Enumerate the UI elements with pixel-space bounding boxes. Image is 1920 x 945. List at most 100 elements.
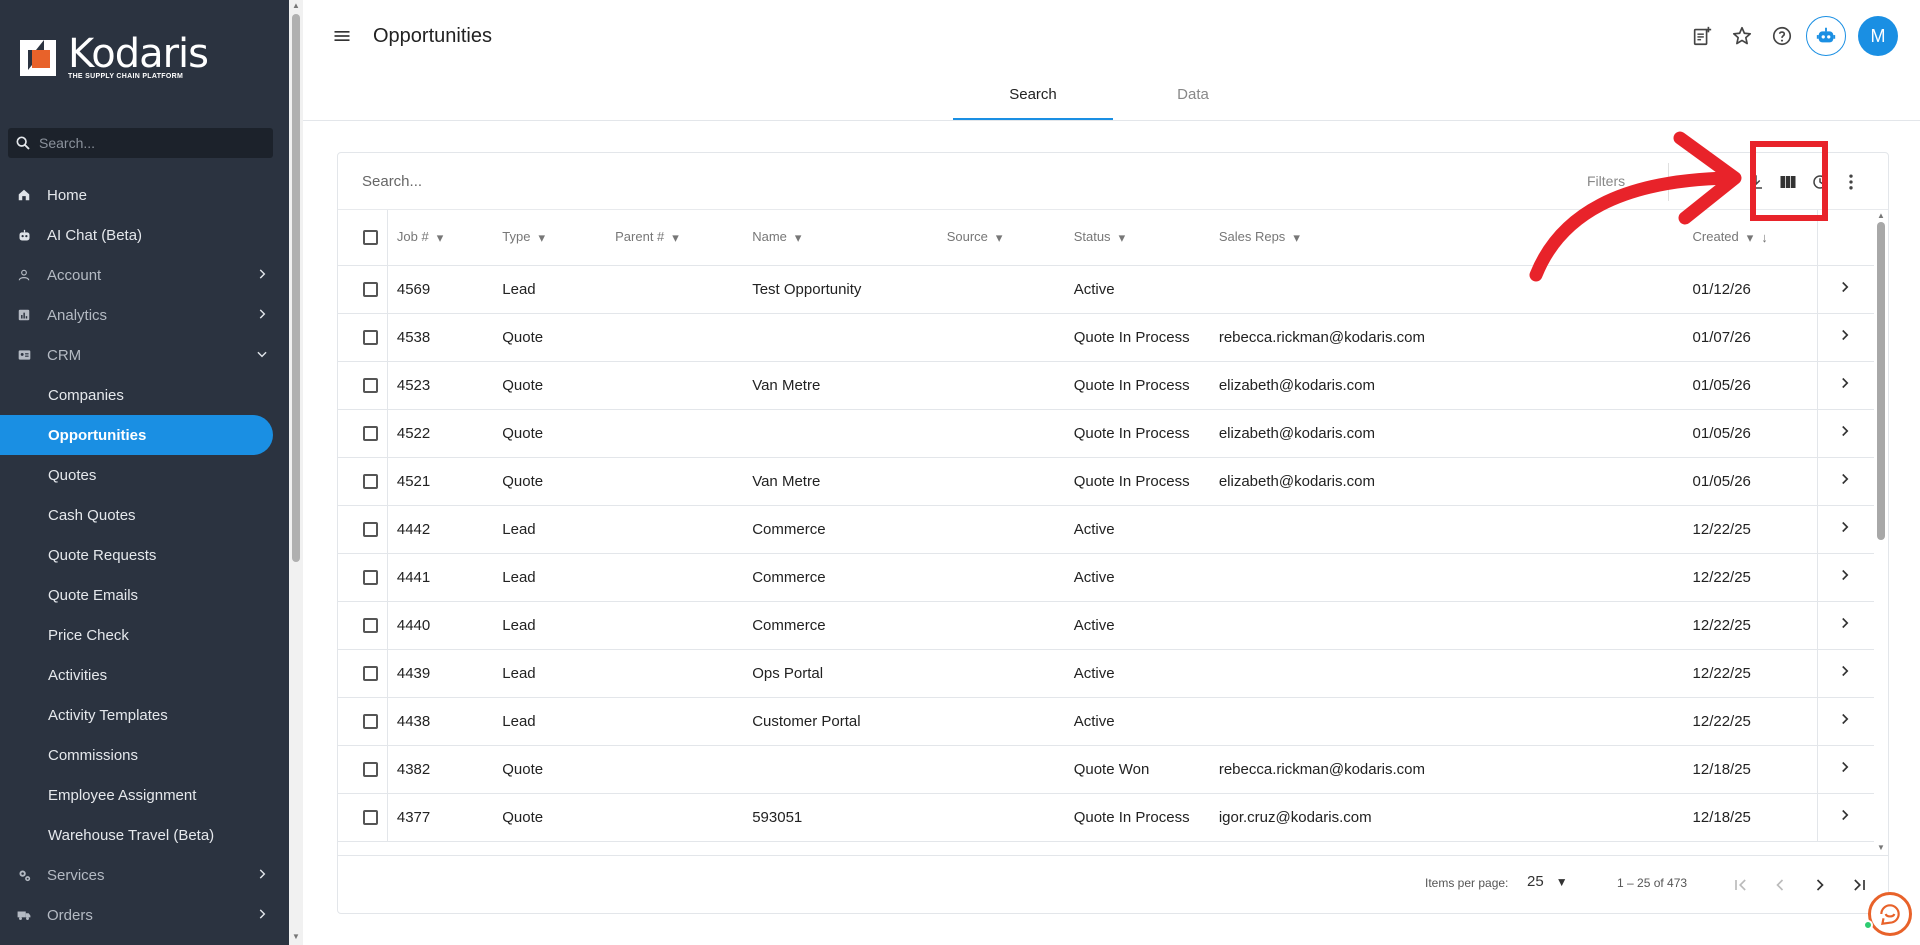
sidebar-item-employee-assignment[interactable]: Employee Assignment <box>0 775 289 815</box>
add-note-icon[interactable] <box>1682 16 1722 56</box>
table-scrollbar[interactable]: ▲ ▼ <box>1874 210 1888 855</box>
row-checkbox[interactable] <box>363 810 378 826</box>
table-row[interactable]: 4438 Lead Customer Portal Active 12/22/25 <box>338 697 1874 746</box>
row-checkbox[interactable] <box>363 378 378 394</box>
sidebar-item-commissions[interactable]: Commissions <box>0 735 289 775</box>
row-checkbox[interactable] <box>363 618 378 634</box>
sidebar-item-crm[interactable]: CRM <box>0 335 289 375</box>
table-row[interactable]: 4377 Quote 593051 Quote In Process igor.cruz… <box>338 793 1874 842</box>
sidebar-item-quote-requests[interactable]: Quote Requests <box>0 535 289 575</box>
row-checkbox[interactable] <box>363 282 378 298</box>
scroll-down-arrow-icon[interactable]: ▼ <box>292 932 300 941</box>
sidebar-item-label: Quote Requests <box>48 546 157 564</box>
chevron-right-icon[interactable] <box>1836 470 1854 488</box>
scroll-up-arrow-icon[interactable]: ▲ <box>1877 211 1885 220</box>
chevron-right-icon[interactable] <box>1836 374 1854 392</box>
next-page-button[interactable] <box>1806 871 1834 899</box>
cell-type: Lead <box>502 697 616 746</box>
chevron-right-icon[interactable] <box>1836 278 1854 296</box>
chevron-right-icon[interactable] <box>1836 806 1854 824</box>
table-row[interactable]: 4441 Lead Commerce Active 12/22/25 <box>338 553 1874 602</box>
sidebar-item-cash-quotes[interactable]: Cash Quotes <box>0 495 289 535</box>
column-header-type[interactable]: Type ▾ <box>502 210 616 266</box>
tab-search[interactable]: Search <box>953 74 1113 120</box>
table-scrollbar-thumb[interactable] <box>1877 222 1885 540</box>
row-open-cell <box>1816 313 1874 362</box>
chevron-right-icon[interactable] <box>1836 710 1854 728</box>
column-header-name[interactable]: Name ▾ <box>752 210 947 266</box>
sidebar-item-account[interactable]: Account <box>0 255 289 295</box>
row-checkbox[interactable] <box>363 330 378 346</box>
row-checkbox[interactable] <box>363 426 378 442</box>
chevron-right-icon[interactable] <box>1836 614 1854 632</box>
scroll-up-arrow-icon[interactable]: ▲ <box>292 1 300 10</box>
scroll-down-arrow-icon[interactable]: ▼ <box>1877 843 1885 852</box>
chevron-right-icon[interactable] <box>1836 422 1854 440</box>
sidebar-item-warehouse-travel[interactable]: Warehouse Travel (Beta) <box>0 815 289 855</box>
sidebar-scrollbar[interactable]: ▲ ▼ <box>289 0 303 945</box>
row-checkbox[interactable] <box>363 522 378 538</box>
items-per-page-select[interactable]: 25 ▼ <box>1527 873 1568 890</box>
cell-job: 4521 <box>387 457 503 506</box>
chevron-right-icon[interactable] <box>1836 326 1854 344</box>
row-checkbox[interactable] <box>363 666 378 682</box>
chevron-right-icon[interactable] <box>1836 566 1854 584</box>
table-search-input[interactable] <box>362 173 962 190</box>
table-row[interactable]: 4442 Lead Commerce Active 12/22/25 <box>338 505 1874 554</box>
first-page-button[interactable] <box>1727 871 1755 899</box>
last-page-button[interactable] <box>1845 871 1873 899</box>
chevron-right-icon[interactable] <box>1836 518 1854 536</box>
chevron-right-icon[interactable] <box>1836 758 1854 776</box>
sidebar-item-price-check[interactable]: Price Check <box>0 615 289 655</box>
column-header-job[interactable]: Job # ▾ <box>387 210 503 266</box>
column-header-parent[interactable]: Parent # ▾ <box>615 210 753 266</box>
table-row[interactable]: 4523 Quote Van Metre Quote In Process elizab… <box>338 361 1874 410</box>
more-vertical-icon[interactable] <box>1839 170 1863 194</box>
avatar[interactable]: M <box>1858 16 1898 56</box>
sidebar-item-ai-chat[interactable]: AI Chat (Beta) <box>0 215 289 255</box>
cell-name <box>752 745 947 794</box>
sidebar-item-companies[interactable]: Companies <box>0 375 289 415</box>
row-checkbox[interactable] <box>363 474 378 490</box>
cell-job: 4382 <box>387 745 503 794</box>
cell-reps: rebecca.rickman@kodaris.com <box>1218 313 1693 362</box>
sidebar-item-activity-templates[interactable]: Activity Templates <box>0 695 289 735</box>
row-checkbox[interactable] <box>363 714 378 730</box>
column-header-source[interactable]: Source ▾ <box>946 210 1074 266</box>
table-row[interactable]: 4522 Quote Quote In Process elizabeth@kodar… <box>338 409 1874 458</box>
sidebar-item-analytics[interactable]: Analytics <box>0 295 289 335</box>
table-row[interactable]: 4440 Lead Commerce Active 12/22/25 <box>338 601 1874 650</box>
table-row[interactable]: 4521 Quote Van Metre Quote In Process elizab… <box>338 457 1874 506</box>
sidebar-item-activities[interactable]: Activities <box>0 655 289 695</box>
sidebar-scrollbar-thumb[interactable] <box>292 14 300 562</box>
sidebar-item-orders[interactable]: Orders <box>0 895 289 935</box>
support-chat-button[interactable] <box>1868 892 1912 936</box>
chevron-right-icon <box>1816 879 1824 891</box>
prev-page-button[interactable] <box>1766 871 1794 899</box>
star-icon[interactable] <box>1722 16 1762 56</box>
sidebar-item-quote-emails[interactable]: Quote Emails <box>0 575 289 615</box>
sidebar-search-input[interactable] <box>39 135 239 151</box>
ai-assistant-button[interactable] <box>1806 16 1846 56</box>
sidebar-item-home[interactable]: Home <box>0 175 289 215</box>
row-checkbox[interactable] <box>363 570 378 586</box>
hamburger-menu-icon[interactable] <box>332 26 352 51</box>
help-icon[interactable] <box>1762 16 1802 56</box>
table-row[interactable]: 4538 Quote Quote In Process rebecca.rickman… <box>338 313 1874 362</box>
tab-data[interactable]: Data <box>1113 74 1273 120</box>
row-checkbox[interactable] <box>363 762 378 778</box>
table-row[interactable]: 4439 Lead Ops Portal Active 12/22/25 <box>338 649 1874 698</box>
sidebar-item-opportunities[interactable]: Opportunities <box>0 415 273 455</box>
cell-reps: elizabeth@kodaris.com <box>1218 457 1693 506</box>
table-row[interactable]: 4382 Quote Quote Won rebecca.rickman@kodari… <box>338 745 1874 794</box>
sidebar-item-quotes[interactable]: Quotes <box>0 455 289 495</box>
cell-type: Lead <box>502 553 616 602</box>
sort-caret-icon: ▾ <box>794 229 802 245</box>
cell-job: 4522 <box>387 409 503 458</box>
dropdown-caret-icon: ▼ <box>1555 874 1568 889</box>
select-all-checkbox[interactable] <box>363 230 378 246</box>
column-header-status[interactable]: Status ▾ <box>1073 210 1219 266</box>
chevron-right-icon[interactable] <box>1836 662 1854 680</box>
kodaris-logo[interactable]: Kodaris THE SUPPLY CHAIN PLATFORM <box>18 34 209 80</box>
sidebar-item-services[interactable]: Services <box>0 855 289 895</box>
